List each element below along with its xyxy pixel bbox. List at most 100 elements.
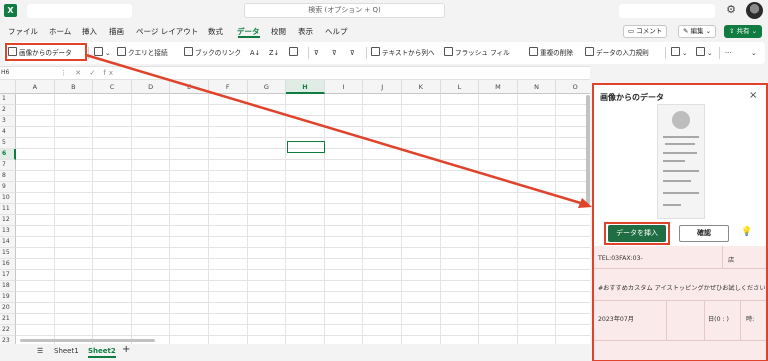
chevron-down-icon[interactable]: ⌄ xyxy=(751,46,757,60)
row-header[interactable]: 16 xyxy=(0,259,16,270)
tab-draw[interactable]: 描画 xyxy=(109,26,124,37)
row-header[interactable]: 23 xyxy=(0,336,16,344)
data-validation-button[interactable]: データの入力規則 xyxy=(585,46,649,60)
active-cell[interactable] xyxy=(287,141,325,153)
column-header[interactable]: K xyxy=(402,80,441,94)
row-header[interactable]: 20 xyxy=(0,303,16,314)
text-to-columns-button[interactable]: テキストから列へ xyxy=(371,46,435,60)
row-header[interactable]: 17 xyxy=(0,270,16,281)
grid-line xyxy=(208,94,209,344)
row-header[interactable]: 9 xyxy=(0,182,16,193)
row-header[interactable]: 7 xyxy=(0,160,16,171)
vertical-scrollbar[interactable] xyxy=(586,95,590,205)
column-header[interactable]: B xyxy=(54,80,94,94)
flash-fill-button[interactable]: フラッシュ フィル xyxy=(444,46,510,60)
name-box[interactable]: H6 xyxy=(1,68,45,78)
row-header[interactable]: 14 xyxy=(0,237,16,248)
row-header[interactable]: 12 xyxy=(0,215,16,226)
column-header[interactable]: D xyxy=(131,80,171,94)
row-header[interactable]: 5 xyxy=(0,138,16,149)
result-cell: #おすすめカスタム アイストッピングかぜひお試しください xyxy=(598,285,766,292)
gear-icon[interactable]: ⚙ xyxy=(724,3,738,17)
workbook-links-button[interactable]: ブックのリンク xyxy=(184,46,241,60)
share-button[interactable]: ⇪ 共有 ⌄ xyxy=(724,25,763,38)
ungroup-button[interactable]: ⌄ xyxy=(696,46,713,60)
receipt-line xyxy=(663,152,697,154)
sheet-tab[interactable]: Sheet1 xyxy=(54,347,79,355)
row-header[interactable]: 1 xyxy=(0,94,16,105)
divider xyxy=(88,47,89,59)
search-input[interactable]: 検索 (オプション + Q) xyxy=(244,3,445,18)
tab-review[interactable]: 校閲 xyxy=(271,26,286,37)
reapply-button[interactable]: ⊽ xyxy=(350,46,355,60)
avatar[interactable] xyxy=(746,2,763,19)
account-name[interactable] xyxy=(619,4,715,18)
tab-home[interactable]: ホーム xyxy=(49,26,71,37)
comments-button[interactable]: ▭ コメント xyxy=(623,25,668,38)
tab-page-layout[interactable]: ページ レイアウト xyxy=(136,26,198,37)
row-header[interactable]: 8 xyxy=(0,171,16,182)
tab-insert[interactable]: 挿入 xyxy=(82,26,97,37)
column-header[interactable]: G xyxy=(247,80,287,94)
more-button[interactable]: ··· xyxy=(725,46,731,60)
row-header[interactable]: 21 xyxy=(0,314,16,325)
add-sheet-button[interactable]: + xyxy=(122,344,130,355)
get-data-button[interactable]: ⌄ xyxy=(94,46,111,60)
clear-filter-button[interactable]: ⊽ xyxy=(332,46,337,60)
row-header[interactable]: 19 xyxy=(0,292,16,303)
column-header[interactable]: F xyxy=(209,80,248,94)
column-header[interactable]: J xyxy=(363,80,402,94)
remove-duplicates-button[interactable]: 重複の削除 xyxy=(529,46,573,60)
grid-line xyxy=(16,258,590,259)
select-all-corner[interactable] xyxy=(0,80,16,94)
row-header[interactable]: 11 xyxy=(0,204,16,215)
row-header[interactable]: 22 xyxy=(0,325,16,336)
ungroup-icon xyxy=(696,47,705,56)
grid-line xyxy=(16,247,590,248)
flash-fill-icon xyxy=(444,47,453,56)
confirm-button[interactable]: 確認 xyxy=(679,225,729,242)
row-header[interactable]: 15 xyxy=(0,248,16,259)
column-header[interactable]: A xyxy=(16,80,55,94)
tab-formulas[interactable]: 数式 xyxy=(208,26,223,37)
row-header[interactable]: 2 xyxy=(0,105,16,116)
grid-line xyxy=(53,94,55,344)
group-button[interactable]: ⌄ xyxy=(671,46,688,60)
tab-help[interactable]: ヘルプ xyxy=(325,26,348,37)
lightbulb-icon[interactable]: 💡 xyxy=(741,227,752,237)
sort-button[interactable] xyxy=(289,46,300,60)
column-header[interactable]: I xyxy=(324,80,364,94)
row-header[interactable]: 3 xyxy=(0,116,16,127)
sheet-list-icon[interactable]: ☰ xyxy=(37,347,43,355)
group-icon xyxy=(671,47,680,56)
spreadsheet-grid[interactable]: A B C D E F G H I J K L M N O 1 2 3 4 5 6 7 8 9 10 11 12 13 14 15 16 17… xyxy=(0,80,590,344)
grid-line xyxy=(16,225,590,226)
filter-button[interactable]: ⊽ xyxy=(314,46,319,60)
row-header[interactable]: 10 xyxy=(0,193,16,204)
tab-file[interactable]: ファイル xyxy=(8,26,38,37)
sheet-tab-active[interactable]: Sheet2 xyxy=(88,347,116,358)
close-icon[interactable]: × xyxy=(749,90,757,101)
horizontal-scrollbar[interactable] xyxy=(20,339,155,342)
sort-asc-button[interactable]: A↓ xyxy=(250,46,260,60)
tab-view[interactable]: 表示 xyxy=(298,26,313,37)
column-header[interactable]: O xyxy=(556,80,590,94)
comments-label: コメント xyxy=(636,27,663,35)
row-header[interactable]: 13 xyxy=(0,226,16,237)
column-header[interactable]: C xyxy=(93,80,132,94)
column-header[interactable]: M xyxy=(479,80,518,94)
result-divider xyxy=(704,300,705,340)
editing-button[interactable]: ✎ 編集 ⌄ xyxy=(678,25,717,38)
result-cell: 店 xyxy=(728,257,735,264)
queries-button[interactable]: クエリと接続 xyxy=(117,46,168,60)
file-name[interactable] xyxy=(27,4,132,18)
column-header[interactable]: E xyxy=(170,80,209,94)
column-header[interactable]: L xyxy=(440,80,480,94)
row-header[interactable]: 18 xyxy=(0,281,16,292)
column-header[interactable]: N xyxy=(517,80,557,94)
grid-line xyxy=(16,170,590,171)
column-header[interactable]: H xyxy=(286,80,325,94)
row-header[interactable]: 6 xyxy=(0,149,16,160)
sort-desc-button[interactable]: Z↓ xyxy=(269,46,279,60)
row-header[interactable]: 4 xyxy=(0,127,16,138)
